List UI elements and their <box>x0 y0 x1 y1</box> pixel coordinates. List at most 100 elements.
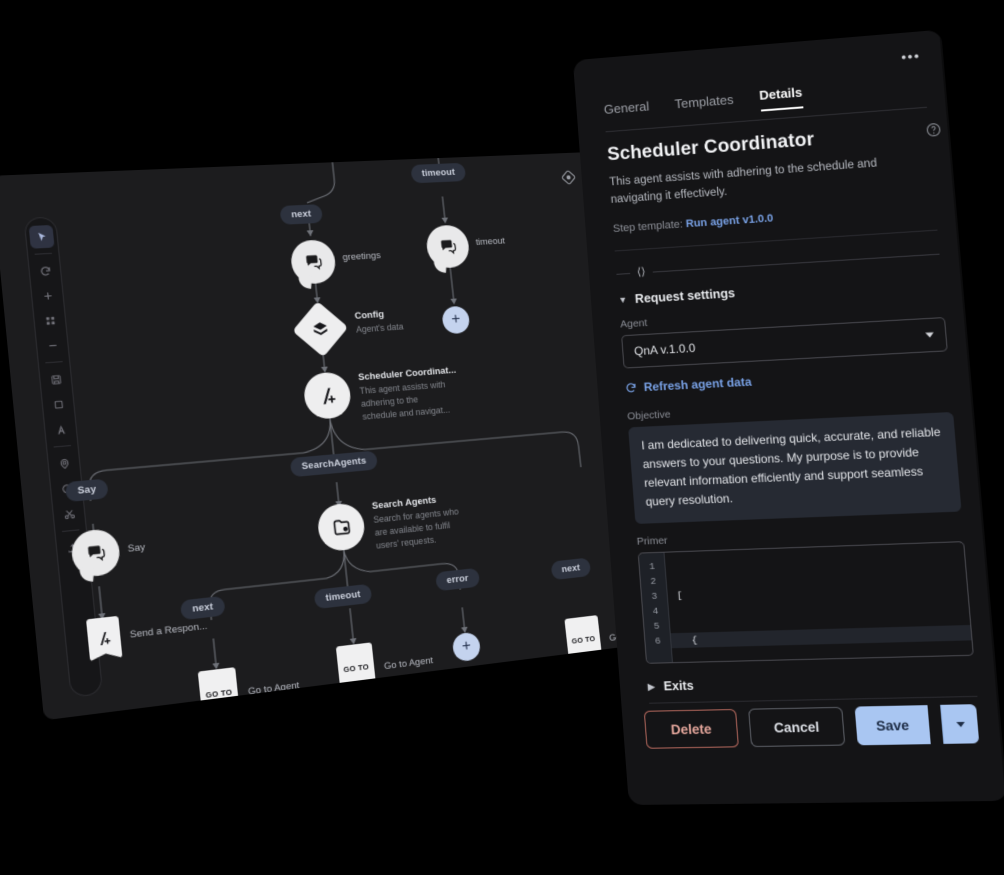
node-goto-agent-2-label: Go to Agent <box>383 655 434 673</box>
cut-icon[interactable] <box>56 501 82 526</box>
save-icon[interactable] <box>43 367 69 392</box>
line-number: 6 <box>654 635 662 647</box>
edge-label-next-top[interactable]: next <box>279 204 323 225</box>
edge-label-timeout-mid[interactable]: timeout <box>313 583 373 610</box>
node-search-agents-desc: Search for agents who are available to f… <box>372 506 460 551</box>
chevron-right-icon: ▶ <box>647 681 656 692</box>
details-panel: ••• General Templates Details Scheduler … <box>572 29 1004 806</box>
toolbar-divider <box>53 445 72 448</box>
undo-icon[interactable] <box>53 476 79 501</box>
edge-label-next-right[interactable]: next <box>550 557 592 581</box>
chevron-down-icon: ▼ <box>618 294 628 305</box>
editor-content[interactable]: [ { "input": "data:\n say:\n reply: Hi, … <box>665 542 973 662</box>
node-config-title: Config <box>354 309 385 322</box>
line-number: 4 <box>652 605 659 617</box>
node-say-label: Say <box>127 541 146 555</box>
edge-label-search-agents[interactable]: SearchAgents <box>289 450 379 478</box>
minus-icon[interactable] <box>39 333 65 357</box>
refresh-icon[interactable] <box>32 259 58 283</box>
objective-textarea[interactable]: I am dedicated to delivering quick, accu… <box>628 411 962 525</box>
help-icon[interactable] <box>925 122 942 138</box>
divider-line <box>652 253 940 273</box>
edge-label-say[interactable]: Say <box>64 478 109 503</box>
step-template-link[interactable]: Run agent v1.0.0 <box>685 212 773 230</box>
canvas-toolbar[interactable] <box>23 216 104 698</box>
divider-dash <box>616 272 631 275</box>
line-number: 5 <box>653 620 660 632</box>
node-scheduler-coordinator[interactable] <box>302 371 353 421</box>
toolbar-divider <box>61 529 80 533</box>
add-node-button-1[interactable]: + <box>441 305 471 335</box>
edge-label-timeout-top[interactable]: timeout <box>410 162 467 184</box>
code-icon[interactable]: ⟨⟩ <box>637 266 646 278</box>
copy-icon[interactable] <box>45 392 71 417</box>
node-goto-agent-1-label: Go to Agent <box>247 679 300 698</box>
chevron-down-icon <box>955 721 965 727</box>
line-number: 3 <box>651 590 658 602</box>
node-search-agents-label: Search Agents Search for agents who are … <box>371 492 465 552</box>
more-options-icon[interactable]: ••• <box>901 48 921 64</box>
line-number: 1 <box>648 561 656 573</box>
code-divider: ⟨⟩ <box>616 248 940 279</box>
divider <box>614 229 938 252</box>
grid-icon[interactable] <box>37 308 63 332</box>
details-panel-window: ••• General Templates Details Scheduler … <box>572 29 1004 806</box>
tab-general[interactable]: General <box>603 99 650 124</box>
panel-edge <box>939 36 1004 793</box>
text-icon[interactable] <box>48 417 74 442</box>
edge-label-next-left[interactable]: next <box>179 595 226 621</box>
node-goto-agent-1[interactable]: GO TO <box>198 667 240 719</box>
node-search-agents[interactable] <box>316 501 367 553</box>
node-say[interactable] <box>69 527 122 579</box>
node-goto-agent-2[interactable]: GO TO <box>336 642 377 693</box>
location-icon[interactable] <box>51 451 77 476</box>
divider <box>649 695 978 704</box>
refresh-agent-data-label: Refresh agent data <box>643 374 753 394</box>
edge-label-error[interactable]: error <box>435 567 480 592</box>
line-number: 2 <box>650 575 657 588</box>
flow-nodes: next timeout greetings timeout + Config … <box>0 152 650 721</box>
tab-details[interactable]: Details <box>758 84 804 112</box>
cursor-icon[interactable] <box>28 224 55 249</box>
delete-button[interactable]: Delete <box>643 708 739 749</box>
node-send-response[interactable] <box>86 616 122 662</box>
exits-section-header[interactable]: ▶ Exits <box>647 672 976 694</box>
details-body: Scheduler Coordinator This agent assists… <box>607 121 978 704</box>
code-line: [ <box>676 590 683 602</box>
step-template-row: Step template: Run agent v1.0.0 <box>613 201 936 234</box>
chevron-down-icon <box>925 331 935 338</box>
node-greetings-label: greetings <box>342 250 382 264</box>
add-node-button-2[interactable]: + <box>451 631 482 663</box>
toolbar-divider <box>34 252 52 255</box>
objective-field-label: Objective <box>626 408 671 423</box>
flow-canvas-window: next timeout greetings timeout + Config … <box>0 151 651 721</box>
refresh-agent-data-button[interactable]: Refresh agent data <box>625 364 951 395</box>
node-scheduler-desc: This agent assists with adhering to the … <box>359 379 451 422</box>
agent-select-value: QnA v.1.0.0 <box>633 340 696 358</box>
node-config[interactable] <box>292 301 349 358</box>
flow-canvas[interactable]: next timeout greetings timeout + Config … <box>0 151 651 721</box>
node-scheduler-label: Scheduler Coordinat... This agent assist… <box>358 365 461 423</box>
primer-code-editor[interactable]: 1 2 3 4 5 6 [ { "input": "data:\n say:\n… <box>637 541 974 664</box>
node-greetings[interactable] <box>289 239 338 285</box>
refresh-icon <box>625 381 638 393</box>
node-goto-agent-3[interactable]: GO TO <box>564 615 602 664</box>
exits-label: Exits <box>663 678 695 694</box>
step-template-label: Step template: <box>612 218 684 235</box>
panel-actions: Delete Cancel Save <box>622 704 1003 749</box>
node-timeout-label: timeout <box>475 235 506 248</box>
cancel-button[interactable]: Cancel <box>748 706 846 748</box>
code-line: { <box>670 625 972 649</box>
node-send-response-label: Send a Respon... <box>129 620 208 641</box>
tab-templates[interactable]: Templates <box>674 92 734 118</box>
export-icon[interactable] <box>59 535 85 560</box>
node-config-desc: Agent's data <box>355 321 404 335</box>
request-settings-section-header[interactable]: ▼ Request settings <box>618 273 942 306</box>
save-options-button[interactable] <box>940 704 980 744</box>
node-timeout[interactable] <box>424 224 471 269</box>
request-settings-label: Request settings <box>634 285 736 306</box>
node-config-label: Config Agent's data <box>354 308 404 336</box>
primer-field-label: Primer <box>636 534 668 548</box>
save-button[interactable]: Save <box>854 705 931 746</box>
plus-icon[interactable] <box>34 284 60 308</box>
